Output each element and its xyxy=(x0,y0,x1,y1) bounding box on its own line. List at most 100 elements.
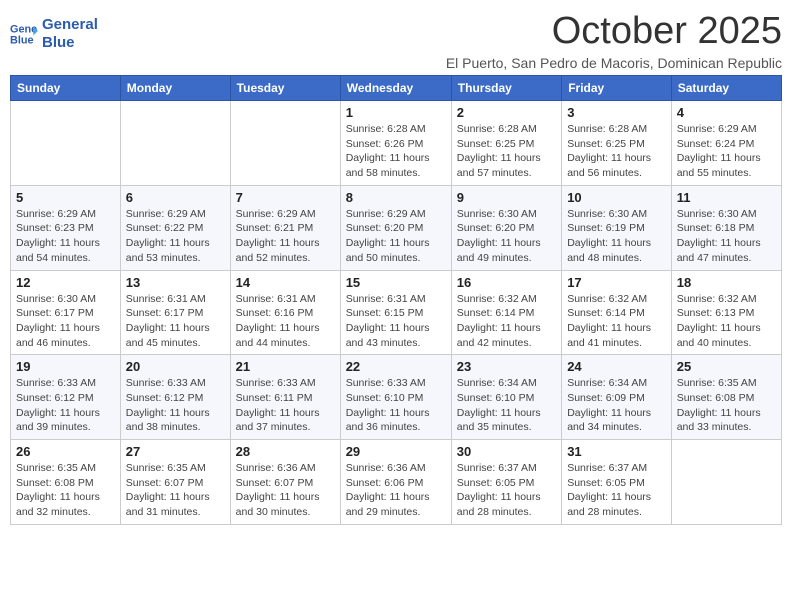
calendar-cell: 25Sunrise: 6:35 AM Sunset: 6:08 PM Dayli… xyxy=(671,355,781,440)
day-info: Sunrise: 6:29 AM Sunset: 6:24 PM Dayligh… xyxy=(677,122,776,181)
title-area: October 2025 El Puerto, San Pedro de Mac… xyxy=(446,10,782,71)
calendar-cell: 15 Sunrise: 6:31 AM Sunset: 6:15 PM Dayli… xyxy=(340,270,451,355)
day-number: 27 xyxy=(126,444,225,459)
calendar-cell: 16 Sunrise: 6:32 AM Sunset: 6:14 PM Dayli… xyxy=(451,270,561,355)
day-number: 2 xyxy=(457,105,556,120)
calendar-cell: 19Sunrise: 6:33 AM Sunset: 6:12 PM Dayli… xyxy=(11,355,121,440)
week-row-3: 12 Sunrise: 6:30 AM Sunset: 6:17 PM Dayli… xyxy=(11,270,782,355)
day-info: Sunrise: 6:29 AM Sunset: 6:23 PM Dayligh… xyxy=(16,207,115,266)
calendar-cell: 8 Sunrise: 6:29 AM Sunset: 6:20 PM Daylig… xyxy=(340,185,451,270)
header-tuesday: Tuesday xyxy=(230,76,340,101)
calendar-cell: 3Sunrise: 6:28 AM Sunset: 6:25 PM Daylig… xyxy=(562,101,672,186)
calendar-cell: 28 Sunrise: 6:36 AM Sunset: 6:07 PM Dayli… xyxy=(230,440,340,525)
header-sunday: Sunday xyxy=(11,76,121,101)
day-number: 26 xyxy=(16,444,115,459)
calendar-cell: 7 Sunrise: 6:29 AM Sunset: 6:21 PM Daylig… xyxy=(230,185,340,270)
day-number: 1 xyxy=(346,105,446,120)
calendar-cell: 12 Sunrise: 6:30 AM Sunset: 6:17 PM Dayli… xyxy=(11,270,121,355)
calendar-table: SundayMondayTuesdayWednesdayThursdayFrid… xyxy=(10,75,782,525)
calendar-cell: 18 Sunrise: 6:32 AM Sunset: 6:13 PM Dayli… xyxy=(671,270,781,355)
day-info: Sunrise: 6:37 AM Sunset: 6:05 PM Dayligh… xyxy=(567,461,666,520)
day-number: 15 xyxy=(346,275,446,290)
calendar-cell: 5 Sunrise: 6:29 AM Sunset: 6:23 PM Daylig… xyxy=(11,185,121,270)
day-number: 13 xyxy=(126,275,225,290)
day-number: 17 xyxy=(567,275,666,290)
day-info: Sunrise: 6:29 AM Sunset: 6:21 PM Dayligh… xyxy=(236,207,335,266)
day-number: 5 xyxy=(16,190,115,205)
calendar-cell: 26 Sunrise: 6:35 AM Sunset: 6:08 PM Dayli… xyxy=(11,440,121,525)
day-info: Sunrise: 6:34 AM Sunset: 6:09 PM Dayligh… xyxy=(567,376,666,435)
day-info: Sunrise: 6:36 AM Sunset: 6:07 PM Dayligh… xyxy=(236,461,335,520)
calendar-cell: 4 Sunrise: 6:29 AM Sunset: 6:24 PM Daylig… xyxy=(671,101,781,186)
day-number: 29 xyxy=(346,444,446,459)
day-info: Sunrise: 6:31 AM Sunset: 6:15 PM Dayligh… xyxy=(346,292,446,351)
day-info: Sunrise: 6:30 AM Sunset: 6:18 PM Dayligh… xyxy=(677,207,776,266)
day-number: 14 xyxy=(236,275,335,290)
day-number: 28 xyxy=(236,444,335,459)
day-info: Sunrise: 6:28 AM Sunset: 6:25 PM Dayligh… xyxy=(567,122,666,181)
calendar-cell: 23Sunrise: 6:34 AM Sunset: 6:10 PM Dayli… xyxy=(451,355,561,440)
day-info: Sunrise: 6:36 AM Sunset: 6:06 PM Dayligh… xyxy=(346,461,446,520)
day-number: 20 xyxy=(126,359,225,374)
calendar-cell: 29 Sunrise: 6:36 AM Sunset: 6:06 PM Dayli… xyxy=(340,440,451,525)
day-number: 31 xyxy=(567,444,666,459)
day-info: Sunrise: 6:29 AM Sunset: 6:20 PM Dayligh… xyxy=(346,207,446,266)
day-number: 8 xyxy=(346,190,446,205)
day-info: Sunrise: 6:31 AM Sunset: 6:17 PM Dayligh… xyxy=(126,292,225,351)
calendar-cell xyxy=(671,440,781,525)
calendar-cell: 27 Sunrise: 6:35 AM Sunset: 6:07 PM Dayli… xyxy=(120,440,230,525)
day-number: 10 xyxy=(567,190,666,205)
day-info: Sunrise: 6:28 AM Sunset: 6:25 PM Dayligh… xyxy=(457,122,556,181)
logo-line1: General xyxy=(42,16,98,34)
day-info: Sunrise: 6:31 AM Sunset: 6:16 PM Dayligh… xyxy=(236,292,335,351)
week-row-2: 5 Sunrise: 6:29 AM Sunset: 6:23 PM Daylig… xyxy=(11,185,782,270)
calendar-cell: 17 Sunrise: 6:32 AM Sunset: 6:14 PM Dayli… xyxy=(562,270,672,355)
day-number: 18 xyxy=(677,275,776,290)
day-number: 9 xyxy=(457,190,556,205)
day-info: Sunrise: 6:32 AM Sunset: 6:14 PM Dayligh… xyxy=(457,292,556,351)
calendar-cell: 10 Sunrise: 6:30 AM Sunset: 6:19 PM Dayli… xyxy=(562,185,672,270)
week-row-1: 1Sunrise: 6:28 AM Sunset: 6:26 PM Daylig… xyxy=(11,101,782,186)
calendar-cell: 30Sunrise: 6:37 AM Sunset: 6:05 PM Dayli… xyxy=(451,440,561,525)
calendar-cell: 2 Sunrise: 6:28 AM Sunset: 6:25 PM Daylig… xyxy=(451,101,561,186)
calendar-cell: 20 Sunrise: 6:33 AM Sunset: 6:12 PM Dayli… xyxy=(120,355,230,440)
day-info: Sunrise: 6:33 AM Sunset: 6:10 PM Dayligh… xyxy=(346,376,446,435)
day-number: 11 xyxy=(677,190,776,205)
day-number: 16 xyxy=(457,275,556,290)
day-info: Sunrise: 6:30 AM Sunset: 6:17 PM Dayligh… xyxy=(16,292,115,351)
calendar-cell: 24 Sunrise: 6:34 AM Sunset: 6:09 PM Dayli… xyxy=(562,355,672,440)
day-number: 6 xyxy=(126,190,225,205)
day-info: Sunrise: 6:30 AM Sunset: 6:20 PM Dayligh… xyxy=(457,207,556,266)
calendar-cell: 13 Sunrise: 6:31 AM Sunset: 6:17 PM Dayli… xyxy=(120,270,230,355)
header-saturday: Saturday xyxy=(671,76,781,101)
day-info: Sunrise: 6:32 AM Sunset: 6:13 PM Dayligh… xyxy=(677,292,776,351)
calendar-cell xyxy=(120,101,230,186)
day-info: Sunrise: 6:33 AM Sunset: 6:12 PM Dayligh… xyxy=(126,376,225,435)
day-number: 22 xyxy=(346,359,446,374)
logo: General Blue General Blue xyxy=(10,16,98,52)
calendar-cell: 22 Sunrise: 6:33 AM Sunset: 6:10 PM Dayli… xyxy=(340,355,451,440)
week-row-5: 26 Sunrise: 6:35 AM Sunset: 6:08 PM Dayli… xyxy=(11,440,782,525)
day-info: Sunrise: 6:33 AM Sunset: 6:12 PM Dayligh… xyxy=(16,376,115,435)
calendar-cell: 6 Sunrise: 6:29 AM Sunset: 6:22 PM Daylig… xyxy=(120,185,230,270)
day-info: Sunrise: 6:35 AM Sunset: 6:08 PM Dayligh… xyxy=(16,461,115,520)
day-info: Sunrise: 6:30 AM Sunset: 6:19 PM Dayligh… xyxy=(567,207,666,266)
logo-line2: Blue xyxy=(42,34,98,52)
day-number: 4 xyxy=(677,105,776,120)
svg-text:Blue: Blue xyxy=(10,34,34,46)
day-number: 7 xyxy=(236,190,335,205)
logo-icon: General Blue xyxy=(10,20,38,48)
location-subtitle: El Puerto, San Pedro de Macoris, Dominic… xyxy=(446,55,782,71)
day-info: Sunrise: 6:29 AM Sunset: 6:22 PM Dayligh… xyxy=(126,207,225,266)
calendar-cell xyxy=(230,101,340,186)
calendar-cell: 14 Sunrise: 6:31 AM Sunset: 6:16 PM Dayli… xyxy=(230,270,340,355)
day-number: 24 xyxy=(567,359,666,374)
week-row-4: 19Sunrise: 6:33 AM Sunset: 6:12 PM Dayli… xyxy=(11,355,782,440)
header-wednesday: Wednesday xyxy=(340,76,451,101)
day-info: Sunrise: 6:35 AM Sunset: 6:07 PM Dayligh… xyxy=(126,461,225,520)
day-info: Sunrise: 6:33 AM Sunset: 6:11 PM Dayligh… xyxy=(236,376,335,435)
day-number: 25 xyxy=(677,359,776,374)
day-number: 12 xyxy=(16,275,115,290)
day-info: Sunrise: 6:32 AM Sunset: 6:14 PM Dayligh… xyxy=(567,292,666,351)
calendar-cell: 11 Sunrise: 6:30 AM Sunset: 6:18 PM Dayli… xyxy=(671,185,781,270)
